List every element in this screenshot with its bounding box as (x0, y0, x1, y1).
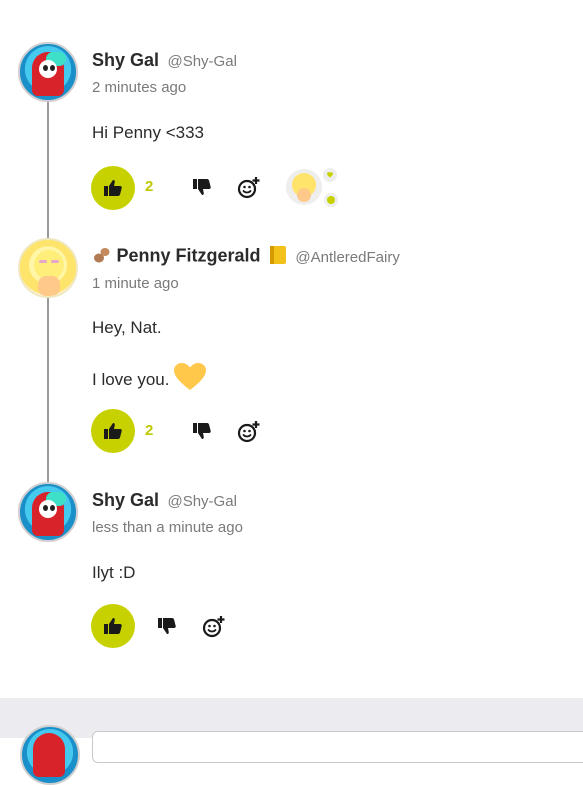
thumbs-up-icon (104, 180, 122, 196)
author-handle[interactable]: @Shy-Gal (167, 53, 236, 70)
author-name[interactable]: Penny Fitzgerald (116, 246, 260, 266)
reply-input[interactable] (92, 731, 583, 763)
dislike-button[interactable] (190, 419, 214, 443)
like-count: 2 (145, 178, 154, 195)
add-reaction-button[interactable] (202, 615, 226, 639)
penny-sticker-icon (286, 168, 338, 207)
thumbs-down-icon (193, 423, 211, 439)
timestamp[interactable]: 2 minutes ago (92, 79, 186, 96)
timestamp[interactable]: 1 minute ago (92, 275, 179, 292)
avatar[interactable] (18, 238, 78, 298)
comment-text: Ilyt :D (92, 563, 136, 582)
add-emoji-icon (237, 421, 260, 443)
dislike-button[interactable] (190, 175, 214, 199)
add-reaction-button[interactable] (237, 420, 261, 444)
author-name[interactable]: Shy Gal (92, 50, 159, 70)
thumbs-down-icon (158, 618, 176, 634)
add-reaction-button[interactable] (237, 176, 261, 200)
thumbs-down-icon (193, 179, 211, 195)
avatar (20, 725, 80, 785)
comment-text: Hey, Nat. (92, 318, 162, 337)
like-count: 2 (145, 422, 154, 439)
comment-text: Hi Penny <333 (92, 123, 204, 142)
like-button[interactable] (91, 604, 135, 648)
thread-line (47, 298, 49, 482)
avatar[interactable] (18, 42, 78, 102)
add-emoji-icon (202, 616, 225, 638)
peanut-icon (92, 245, 112, 270)
reply-composer (0, 698, 583, 785)
yellow-heart-icon (173, 363, 206, 396)
thumbs-up-icon (104, 618, 122, 634)
thread-line (47, 102, 49, 238)
reaction-sticker[interactable] (280, 165, 340, 210)
author-handle[interactable]: @Shy-Gal (167, 493, 236, 510)
like-button[interactable] (91, 409, 135, 453)
thumbs-up-icon (104, 423, 122, 439)
avatar[interactable] (18, 482, 78, 542)
notebook-icon (269, 245, 287, 270)
like-button[interactable] (91, 166, 135, 210)
author-name[interactable]: Shy Gal (92, 490, 159, 510)
author-handle[interactable]: @AntleredFairy (295, 249, 399, 266)
dislike-button[interactable] (155, 614, 179, 638)
timestamp[interactable]: less than a minute ago (92, 519, 243, 536)
comment-text: I love you. (92, 369, 170, 389)
add-emoji-icon (237, 177, 260, 199)
